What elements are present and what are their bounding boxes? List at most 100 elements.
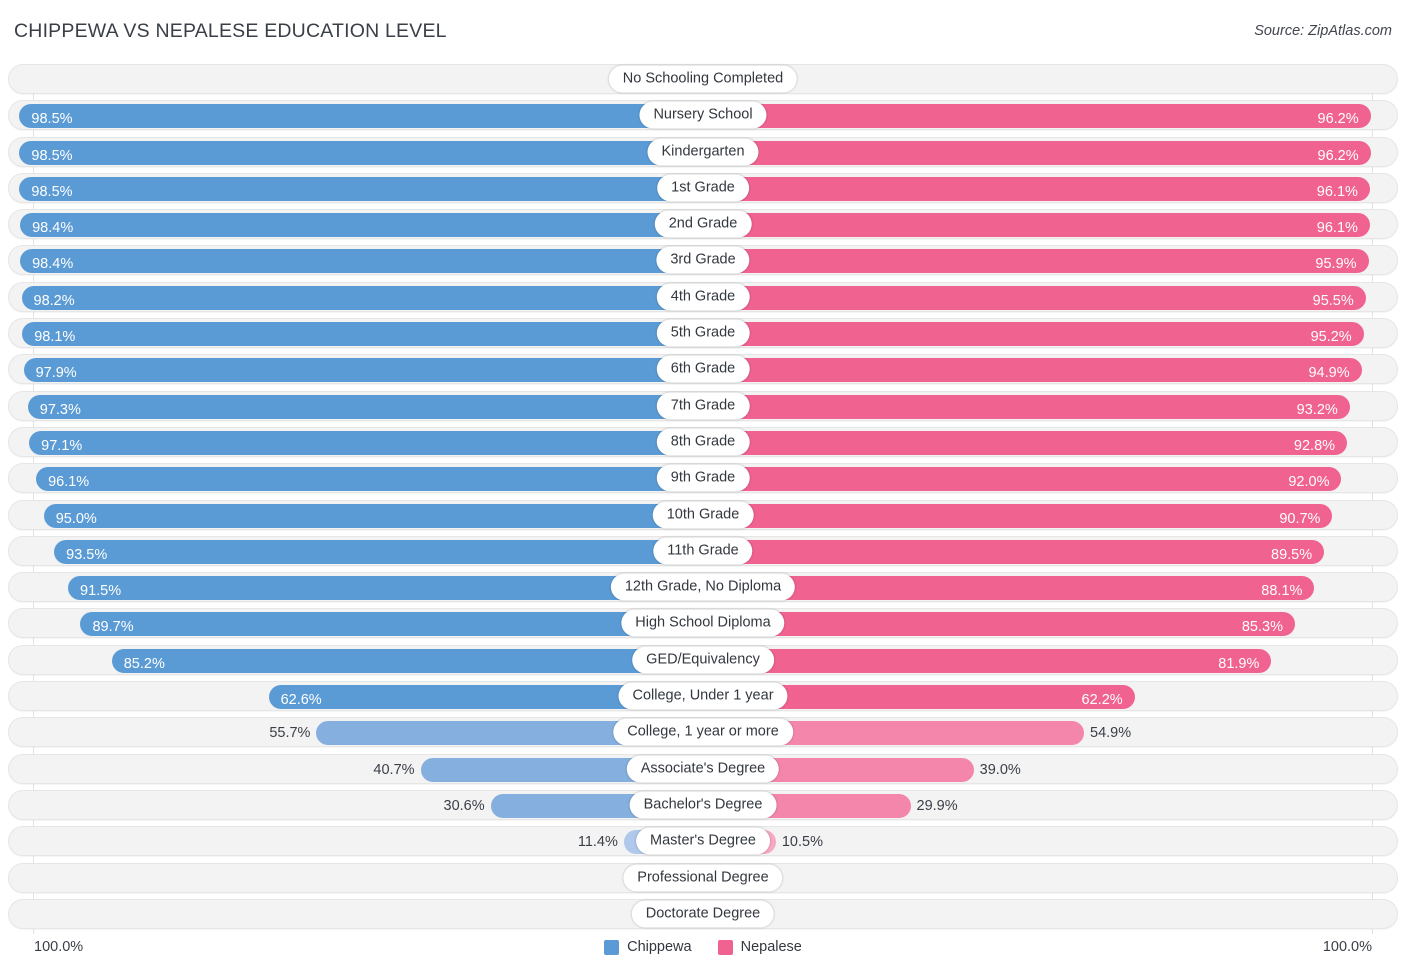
bar-half-nepalese: 96.2% <box>703 101 1397 129</box>
bar-half-nepalese: 1.3% <box>703 900 1397 928</box>
bar-half-nepalese: 95.2% <box>703 319 1397 347</box>
chart-plot-area: 1.6%3.8%No Schooling Completed 98.5% 96.2%… <box>8 64 1398 934</box>
bar-nepalese: 96.1% <box>703 176 1370 201</box>
category-label: 6th Grade <box>656 355 750 383</box>
bar-chippewa: 97.9% <box>23 358 703 383</box>
bar-half-chippewa: 55.7% <box>9 718 703 746</box>
category-label: No Schooling Completed <box>608 65 798 93</box>
bar-value-nepalese: 94.9% <box>1308 365 1350 382</box>
chart-row: 1.6%3.8%No Schooling Completed <box>8 64 1398 94</box>
chart-row: 97.1% 92.8% 8th Grade <box>8 426 1398 457</box>
bar-half-nepalese: 96.1% <box>703 174 1397 202</box>
category-label: Master's Degree <box>636 827 770 855</box>
category-label: 1st Grade <box>657 174 749 202</box>
bar-value-chippewa: 98.5% <box>31 147 73 164</box>
bar-half-chippewa: 98.2% <box>9 283 703 311</box>
bar-chippewa: 89.7% <box>80 612 703 637</box>
bar-half-chippewa: 91.5% <box>9 573 703 601</box>
bar-chippewa: 91.5% <box>68 576 703 601</box>
bar-half-chippewa: 3.5% <box>9 864 703 892</box>
axis-label-right-max: 100.0% <box>1322 939 1372 955</box>
bar-nepalese: 85.3% <box>703 612 1295 637</box>
bar-half-chippewa: 98.5% <box>9 101 703 129</box>
chart-row: 1.5%1.3%Doctorate Degree <box>8 898 1398 929</box>
bar-half-chippewa: 95.0% <box>9 501 703 529</box>
chart-row: 11.4% 10.5% Master's Degree <box>8 826 1398 857</box>
bar-chippewa: 96.1% <box>36 467 703 492</box>
chart-row: 30.6% 29.9% Bachelor's Degree <box>8 789 1398 820</box>
bar-half-nepalese: 93.2% <box>703 392 1397 420</box>
bar-half-chippewa: 97.3% <box>9 392 703 420</box>
bar-value-chippewa: 98.4% <box>32 220 74 237</box>
bar-chippewa: 95.0% <box>43 503 703 528</box>
bar-value-nepalese: 85.3% <box>1241 619 1283 636</box>
bar-half-chippewa: 1.6% <box>9 65 703 93</box>
chart-row: 98.5% 96.2% Nursery School <box>8 100 1398 131</box>
chart-row: 98.4% 95.9% 3rd Grade <box>8 245 1398 276</box>
bar-value-nepalese: 95.5% <box>1312 292 1354 309</box>
bar-value-nepalese: 54.9% <box>1090 725 1132 742</box>
bar-value-chippewa: 98.1% <box>34 329 76 346</box>
category-label: Doctorate Degree <box>631 900 775 928</box>
category-label: 5th Grade <box>656 319 750 347</box>
category-label: 2nd Grade <box>654 210 752 238</box>
chart-row: 62.6% 62.2% College, Under 1 year <box>8 681 1398 712</box>
chart-row: 97.3% 93.2% 7th Grade <box>8 390 1398 421</box>
bar-half-nepalese: 81.9% <box>703 646 1397 674</box>
bar-value-chippewa: 95.0% <box>55 510 97 527</box>
bar-value-chippewa: 89.7% <box>92 619 134 636</box>
bar-half-nepalese: 95.9% <box>703 246 1397 274</box>
bar-half-nepalese: 62.2% <box>703 682 1397 710</box>
bar-chippewa: 93.5% <box>54 539 703 564</box>
category-label: 9th Grade <box>656 464 750 492</box>
bar-nepalese: 92.0% <box>703 467 1342 492</box>
bar-value-nepalese: 92.0% <box>1288 474 1330 491</box>
bar-nepalese: 96.1% <box>703 213 1370 238</box>
category-label: Associate's Degree <box>626 755 780 783</box>
chart-row: 40.7% 39.0% Associate's Degree <box>8 753 1398 784</box>
legend-item-chippewa[interactable]: Chippewa <box>604 939 692 955</box>
bar-half-nepalese: 92.0% <box>703 464 1397 492</box>
chart-row: 3.5%3.2%Professional Degree <box>8 862 1398 893</box>
chart-root: CHIPPEWA VS NEPALESE EDUCATION LEVEL Sou… <box>0 0 1406 975</box>
bar-nepalese: 96.2% <box>703 104 1371 129</box>
chart-row: 95.0% 90.7% 10th Grade <box>8 499 1398 530</box>
bar-half-nepalese: 3.2% <box>703 864 1397 892</box>
category-label: Nursery School <box>639 101 767 129</box>
bar-half-nepalese: 94.9% <box>703 355 1397 383</box>
bar-half-chippewa: 98.5% <box>9 174 703 202</box>
bar-nepalese: 81.9% <box>703 648 1272 673</box>
bar-half-chippewa: 98.1% <box>9 319 703 347</box>
bar-half-chippewa: 97.1% <box>9 428 703 456</box>
category-label: Bachelor's Degree <box>629 791 777 819</box>
category-label: GED/Equivalency <box>632 646 774 674</box>
bar-value-nepalese: 96.2% <box>1317 111 1359 128</box>
bar-half-nepalese: 85.3% <box>703 609 1397 637</box>
bar-half-nepalese: 95.5% <box>703 283 1397 311</box>
bar-value-nepalese: 62.2% <box>1081 692 1123 709</box>
bar-chippewa: 98.2% <box>21 285 703 310</box>
category-label: 3rd Grade <box>656 246 750 274</box>
bar-value-nepalese: 29.9% <box>916 797 958 814</box>
bar-chippewa: 98.5% <box>19 176 703 201</box>
chart-row: 93.5% 89.5% 11th Grade <box>8 535 1398 566</box>
bar-half-nepalese: 54.9% <box>703 718 1397 746</box>
bar-value-nepalese: 81.9% <box>1218 655 1260 672</box>
chart-row: 85.2% 81.9% GED/Equivalency <box>8 644 1398 675</box>
bar-nepalese: 95.2% <box>703 322 1364 347</box>
bar-value-nepalese: 10.5% <box>781 834 823 851</box>
bar-chippewa: 98.5% <box>19 104 703 129</box>
bar-value-nepalese: 96.2% <box>1317 147 1359 164</box>
bar-half-chippewa: 97.9% <box>9 355 703 383</box>
bar-half-chippewa: 98.5% <box>9 138 703 166</box>
chart-row: 55.7% 54.9% College, 1 year or more <box>8 717 1398 748</box>
bar-value-chippewa: 97.9% <box>35 365 77 382</box>
chart-header: CHIPPEWA VS NEPALESE EDUCATION LEVEL Sou… <box>0 0 1406 60</box>
bar-value-chippewa: 30.6% <box>443 797 485 814</box>
category-label: 7th Grade <box>656 392 750 420</box>
page-title: CHIPPEWA VS NEPALESE EDUCATION LEVEL <box>14 20 447 42</box>
legend-item-nepalese[interactable]: Nepalese <box>717 939 802 955</box>
bar-chippewa: 85.2% <box>111 648 703 673</box>
chart-footer: 100.0% Chippewa Nepalese 100.0% <box>8 936 1398 970</box>
category-label: 10th Grade <box>652 501 754 529</box>
